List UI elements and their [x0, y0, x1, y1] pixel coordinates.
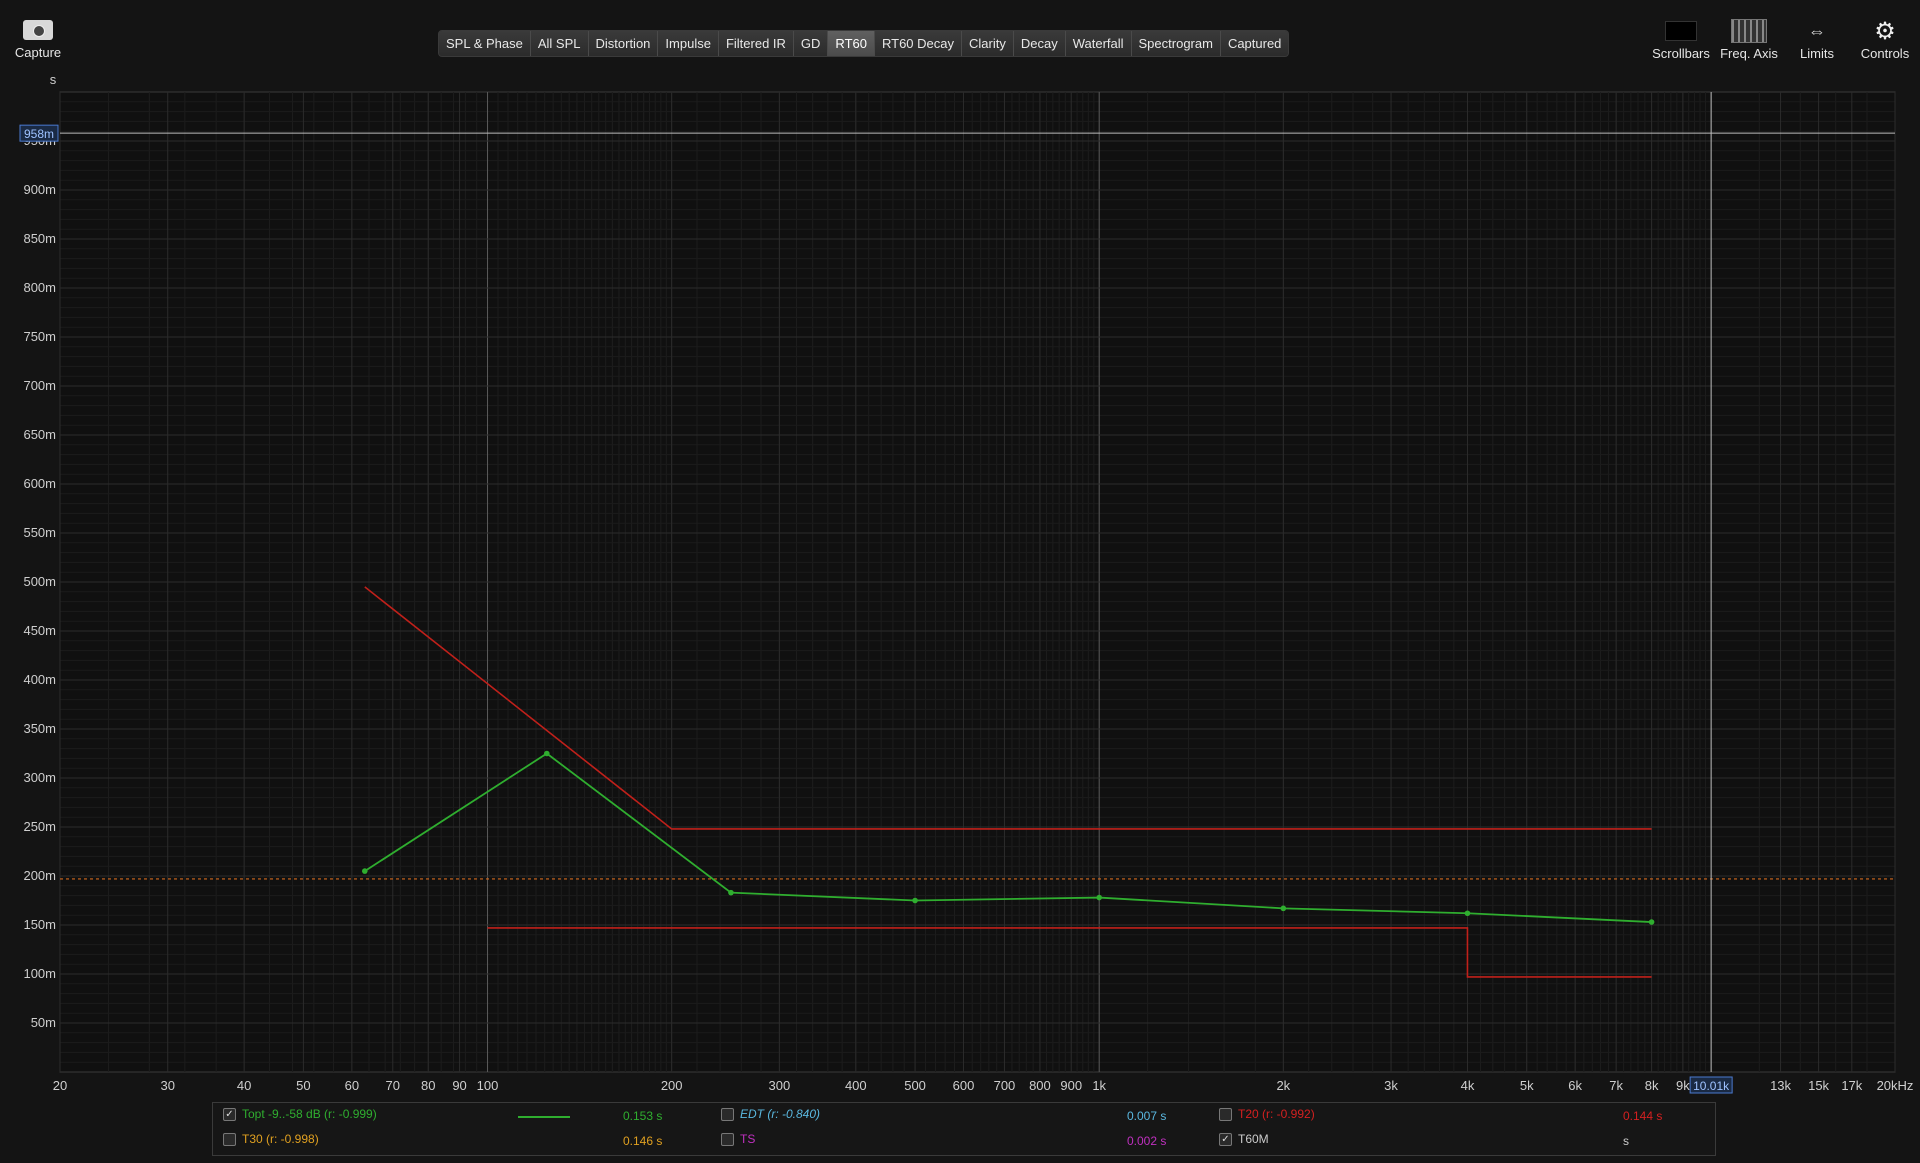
x-tick-label: 3k [1384, 1078, 1398, 1093]
x-tick-label: 80 [421, 1078, 435, 1093]
legend-panel: ✓ Topt -9..-58 dB (r: -0.999) 0.153 s EDT (… [212, 1102, 1716, 1156]
x-tick-label: 1k [1092, 1078, 1106, 1093]
x-tick-label: 50 [296, 1078, 310, 1093]
x-tick-label: 5k [1520, 1078, 1534, 1093]
data-point [1280, 905, 1287, 912]
y-tick-label: 850m [23, 231, 56, 246]
x-tick-label: 4k [1461, 1078, 1475, 1093]
legend-item[interactable]: ✓ Topt -9..-58 dB (r: -0.999) [223, 1107, 377, 1121]
x-tick-label: 15k [1808, 1078, 1829, 1093]
legend-label: T60M [1238, 1132, 1269, 1146]
legend-label: T20 (r: -0.992) [1238, 1107, 1315, 1121]
x-tick-label: 300 [769, 1078, 791, 1093]
legend-label: TS [740, 1132, 756, 1146]
legend-checkbox[interactable]: ✓ [223, 1107, 236, 1121]
data-point [1464, 910, 1471, 917]
legend-item[interactable]: TS [721, 1132, 755, 1146]
legend-value: 0.144 s [1623, 1109, 1663, 1123]
y-tick-label: 350m [23, 721, 56, 736]
x-tick-label: 90 [452, 1078, 466, 1093]
y-unit-label: s [50, 72, 57, 87]
legend-label: T30 (r: -0.998) [242, 1132, 319, 1146]
y-tick-label: 300m [23, 770, 56, 785]
legend-value: 0.007 s [1127, 1109, 1167, 1123]
legend-label: EDT (r: -0.840) [740, 1107, 821, 1121]
legend-value: 0.002 s [1127, 1134, 1167, 1148]
x-tick-label: 40 [237, 1078, 251, 1093]
y-tick-label: 800m [23, 280, 56, 295]
x-tick-label: 600 [953, 1078, 975, 1093]
data-point [912, 897, 918, 904]
legend-checkbox[interactable]: ✓ [1219, 1132, 1232, 1146]
y-tick-label: 500m [23, 574, 56, 589]
y-tick-label: 400m [23, 672, 56, 687]
x-tick-label: 500 [904, 1078, 926, 1093]
x-tick-label: 70 [386, 1078, 400, 1093]
data-point [1096, 894, 1103, 901]
cursor-y-readout: 958m [24, 127, 54, 141]
legend-label: Topt -9..-58 dB (r: -0.999) [242, 1107, 377, 1121]
legend-line-swatch [518, 1116, 570, 1118]
y-tick-label: 200m [23, 868, 56, 883]
x-tick-label: 8k [1645, 1078, 1659, 1093]
y-tick-label: 750m [23, 329, 56, 344]
legend-value: 0.153 s [623, 1109, 663, 1123]
x-tick-label: 200 [661, 1078, 683, 1093]
legend-item[interactable]: T20 (r: -0.992) [1219, 1107, 1315, 1121]
legend-checkbox[interactable] [1219, 1107, 1232, 1121]
x-tick-label: 7k [1609, 1078, 1623, 1093]
data-point [1648, 919, 1655, 925]
x-tick-label: 2k [1276, 1078, 1290, 1093]
y-tick-label: 600m [23, 476, 56, 491]
x-tick-label: 20 [53, 1078, 67, 1093]
y-tick-label: 450m [23, 623, 56, 638]
legend-value: 0.146 s [623, 1134, 663, 1148]
x-tick-label: 900 [1060, 1078, 1082, 1093]
y-tick-label: 550m [23, 525, 56, 540]
data-point [728, 889, 734, 896]
legend-checkbox[interactable] [721, 1132, 734, 1146]
rt60-chart: 20 30 40 50 60 70 80 90 100 200 300 400 500 600 700 800… [19, 72, 1914, 1094]
legend-item[interactable]: ✓ T60M [1219, 1132, 1269, 1146]
x-tick-label: 100 [477, 1078, 499, 1093]
legend-value: s [1623, 1134, 1629, 1148]
data-point [361, 868, 368, 874]
y-tick-label: 700m [23, 378, 56, 393]
legend-checkbox[interactable] [223, 1132, 236, 1146]
x-tick-label: 13k [1770, 1078, 1791, 1093]
x-tick-label: 800 [1029, 1078, 1051, 1093]
y-tick-label: 50m [31, 1015, 56, 1030]
y-tick-label: 900m [23, 182, 56, 197]
y-tick-label: 250m [23, 819, 56, 834]
legend-checkbox[interactable] [721, 1107, 734, 1121]
x-tick-label: 60 [345, 1078, 359, 1093]
y-tick-label: 100m [23, 966, 56, 981]
y-tick-label: 150m [23, 917, 56, 932]
x-tick-label: 400 [845, 1078, 867, 1093]
x-tick-label: 30 [160, 1078, 174, 1093]
x-tick-label: 9k [1676, 1078, 1690, 1093]
legend-item[interactable]: EDT (r: -0.840) [721, 1107, 820, 1121]
x-tick-label: 6k [1568, 1078, 1582, 1093]
y-tick-label: 650m [23, 427, 56, 442]
x-tick-label: 20kHz [1877, 1078, 1914, 1093]
x-tick-label: 17k [1841, 1078, 1862, 1093]
data-point [544, 750, 550, 757]
x-tick-label: 700 [994, 1078, 1016, 1093]
cursor-x-readout: 10.01k [1693, 1079, 1730, 1093]
legend-item[interactable]: T30 (r: -0.998) [223, 1132, 319, 1146]
